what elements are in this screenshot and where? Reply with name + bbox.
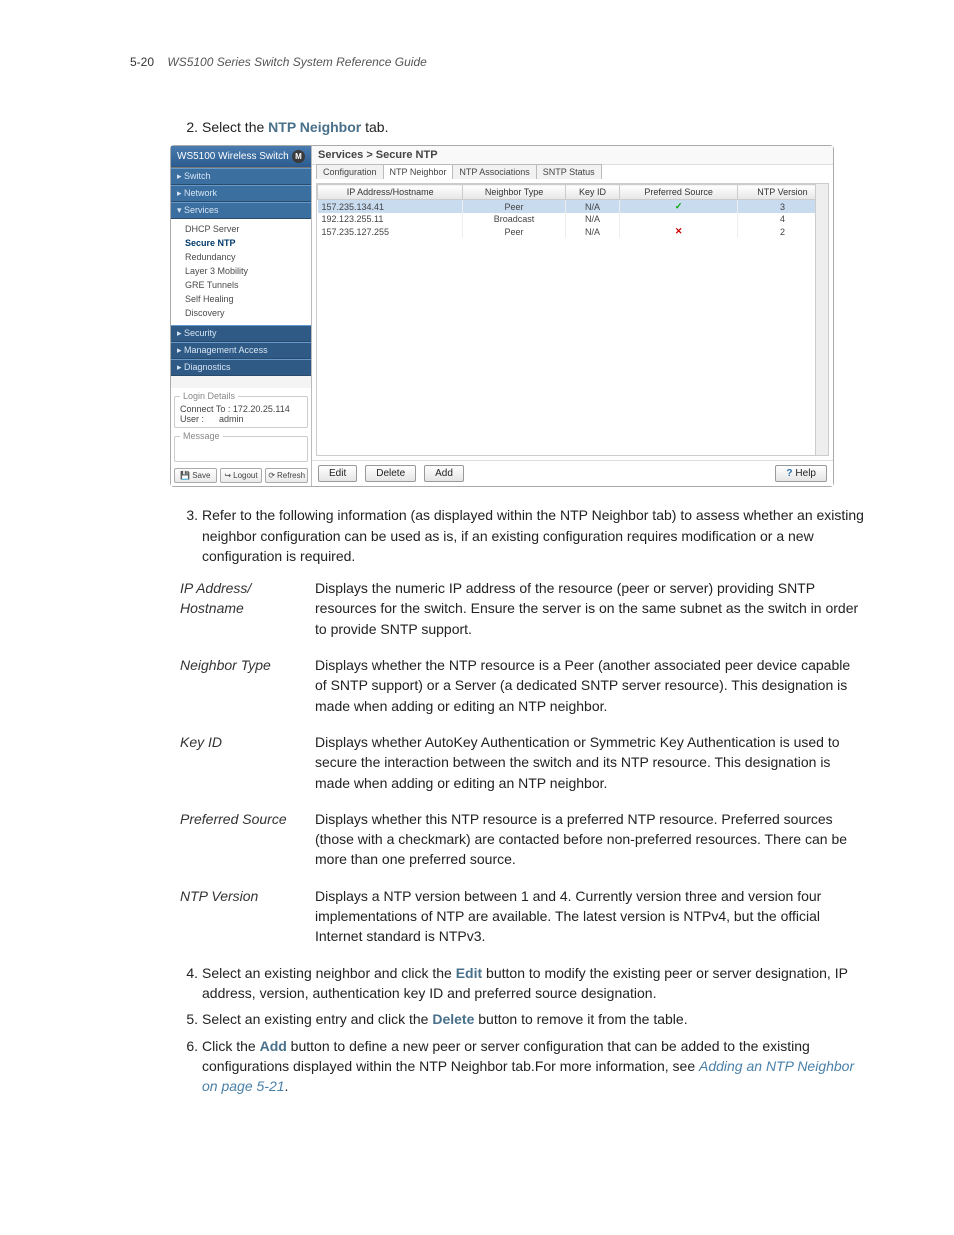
tab-ntp-neighbor[interactable]: NTP Neighbor xyxy=(383,164,454,179)
edit-button[interactable]: Edit xyxy=(318,465,357,482)
doc-title: WS5100 Series Switch System Reference Gu… xyxy=(167,55,426,69)
refresh-button[interactable]: ⟳Refresh xyxy=(265,468,308,483)
step-3: 3. Refer to the following information (a… xyxy=(130,505,864,566)
tree-dhcp[interactable]: DHCP Server xyxy=(185,223,307,237)
col-ip[interactable]: IP Address/Hostname xyxy=(318,185,463,200)
ntp-neighbor-table[interactable]: IP Address/Hostname Neighbor Type Key ID… xyxy=(317,184,828,238)
nav-mgmt[interactable]: ▸ Management Access xyxy=(171,342,311,359)
tree-gre[interactable]: GRE Tunnels xyxy=(185,279,307,293)
refresh-icon: ⟳ xyxy=(268,471,275,480)
tab-sntp-status[interactable]: SNTP Status xyxy=(536,164,602,179)
def-term: Preferred Source xyxy=(180,809,315,870)
step-2: 2. Select the NTP Neighbor tab. xyxy=(130,117,864,137)
connect-to-value: 172.20.25.114 xyxy=(233,404,290,414)
cross-icon xyxy=(675,226,683,236)
def-desc: Displays whether the NTP resource is a P… xyxy=(315,655,864,716)
app-window: WS5100 Wireless Switch M ▸ Switch ▸ Netw… xyxy=(170,145,834,487)
table-row[interactable]: 157.235.134.41PeerN/A3 xyxy=(318,200,828,214)
col-key[interactable]: Key ID xyxy=(565,185,620,200)
services-tree: DHCP Server Secure NTP Redundancy Layer … xyxy=(171,219,311,325)
table-row[interactable]: 192.123.255.11BroadcastN/A4 xyxy=(318,213,828,225)
def-desc: Displays the numeric IP address of the r… xyxy=(315,578,864,639)
nav-services[interactable]: ▾ Services xyxy=(171,202,311,219)
save-icon: 💾 xyxy=(180,471,190,480)
def-term: IP Address/ Hostname xyxy=(180,578,315,639)
ntp-table-area: IP Address/Hostname Neighbor Type Key ID… xyxy=(316,183,829,456)
add-button[interactable]: Add xyxy=(424,465,464,482)
logo-icon: M xyxy=(292,150,305,163)
scrollbar[interactable] xyxy=(815,184,828,455)
col-ver[interactable]: NTP Version xyxy=(737,185,827,200)
def-desc: Displays a NTP version between 1 and 4. … xyxy=(315,886,864,947)
step-4: 4. Select an existing neighbor and click… xyxy=(130,963,864,1004)
step-6: 6. Click the Add button to define a new … xyxy=(130,1036,864,1097)
help-icon: ? xyxy=(786,468,792,479)
tab-bar: Configuration NTP Neighbor NTP Associati… xyxy=(312,164,833,179)
col-pref[interactable]: Preferred Source xyxy=(620,185,738,200)
def-term: Neighbor Type xyxy=(180,655,315,716)
breadcrumb: Services > Secure NTP xyxy=(312,146,833,165)
save-button[interactable]: 💾Save xyxy=(174,468,217,483)
ntp-neighbor-link: NTP Neighbor xyxy=(268,119,361,135)
nav-diag[interactable]: ▸ Diagnostics xyxy=(171,359,311,376)
login-details-box: Login Details Connect To : 172.20.25.114… xyxy=(174,391,308,428)
delete-button[interactable]: Delete xyxy=(365,465,416,482)
check-icon xyxy=(675,201,683,211)
step-5: 5. Select an existing entry and click th… xyxy=(130,1009,864,1029)
logout-button[interactable]: ↪Logout xyxy=(220,468,263,483)
tree-secure-ntp[interactable]: Secure NTP xyxy=(185,237,307,251)
tree-self-healing[interactable]: Self Healing xyxy=(185,293,307,307)
sidebar: WS5100 Wireless Switch M ▸ Switch ▸ Netw… xyxy=(171,146,312,486)
help-button[interactable]: ?Help xyxy=(775,465,827,482)
page-number: 5-20 xyxy=(130,55,154,69)
col-type[interactable]: Neighbor Type xyxy=(463,185,565,200)
tab-configuration[interactable]: Configuration xyxy=(316,164,384,179)
nav-security[interactable]: ▸ Security xyxy=(171,325,311,342)
def-desc: Displays whether AutoKey Authentication … xyxy=(315,732,864,793)
user-value: admin xyxy=(219,414,244,424)
def-term: NTP Version xyxy=(180,886,315,947)
message-box: Message xyxy=(174,431,308,462)
tab-ntp-associations[interactable]: NTP Associations xyxy=(452,164,536,179)
nav-switch[interactable]: ▸ Switch xyxy=(171,168,311,185)
page-header: 5-20 WS5100 Series Switch System Referen… xyxy=(130,55,864,69)
table-row[interactable]: 157.235.127.255PeerN/A2 xyxy=(318,225,828,238)
tree-discovery[interactable]: Discovery xyxy=(185,307,307,321)
nav-network[interactable]: ▸ Network xyxy=(171,185,311,202)
product-title-bar: WS5100 Wireless Switch M xyxy=(171,146,311,168)
logout-icon: ↪ xyxy=(224,471,231,480)
def-desc: Displays whether this NTP resource is a … xyxy=(315,809,864,870)
def-term: Key ID xyxy=(180,732,315,793)
tree-l3-mobility[interactable]: Layer 3 Mobility xyxy=(185,265,307,279)
definitions-table: IP Address/ HostnameDisplays the numeric… xyxy=(180,578,864,946)
tree-redundancy[interactable]: Redundancy xyxy=(185,251,307,265)
